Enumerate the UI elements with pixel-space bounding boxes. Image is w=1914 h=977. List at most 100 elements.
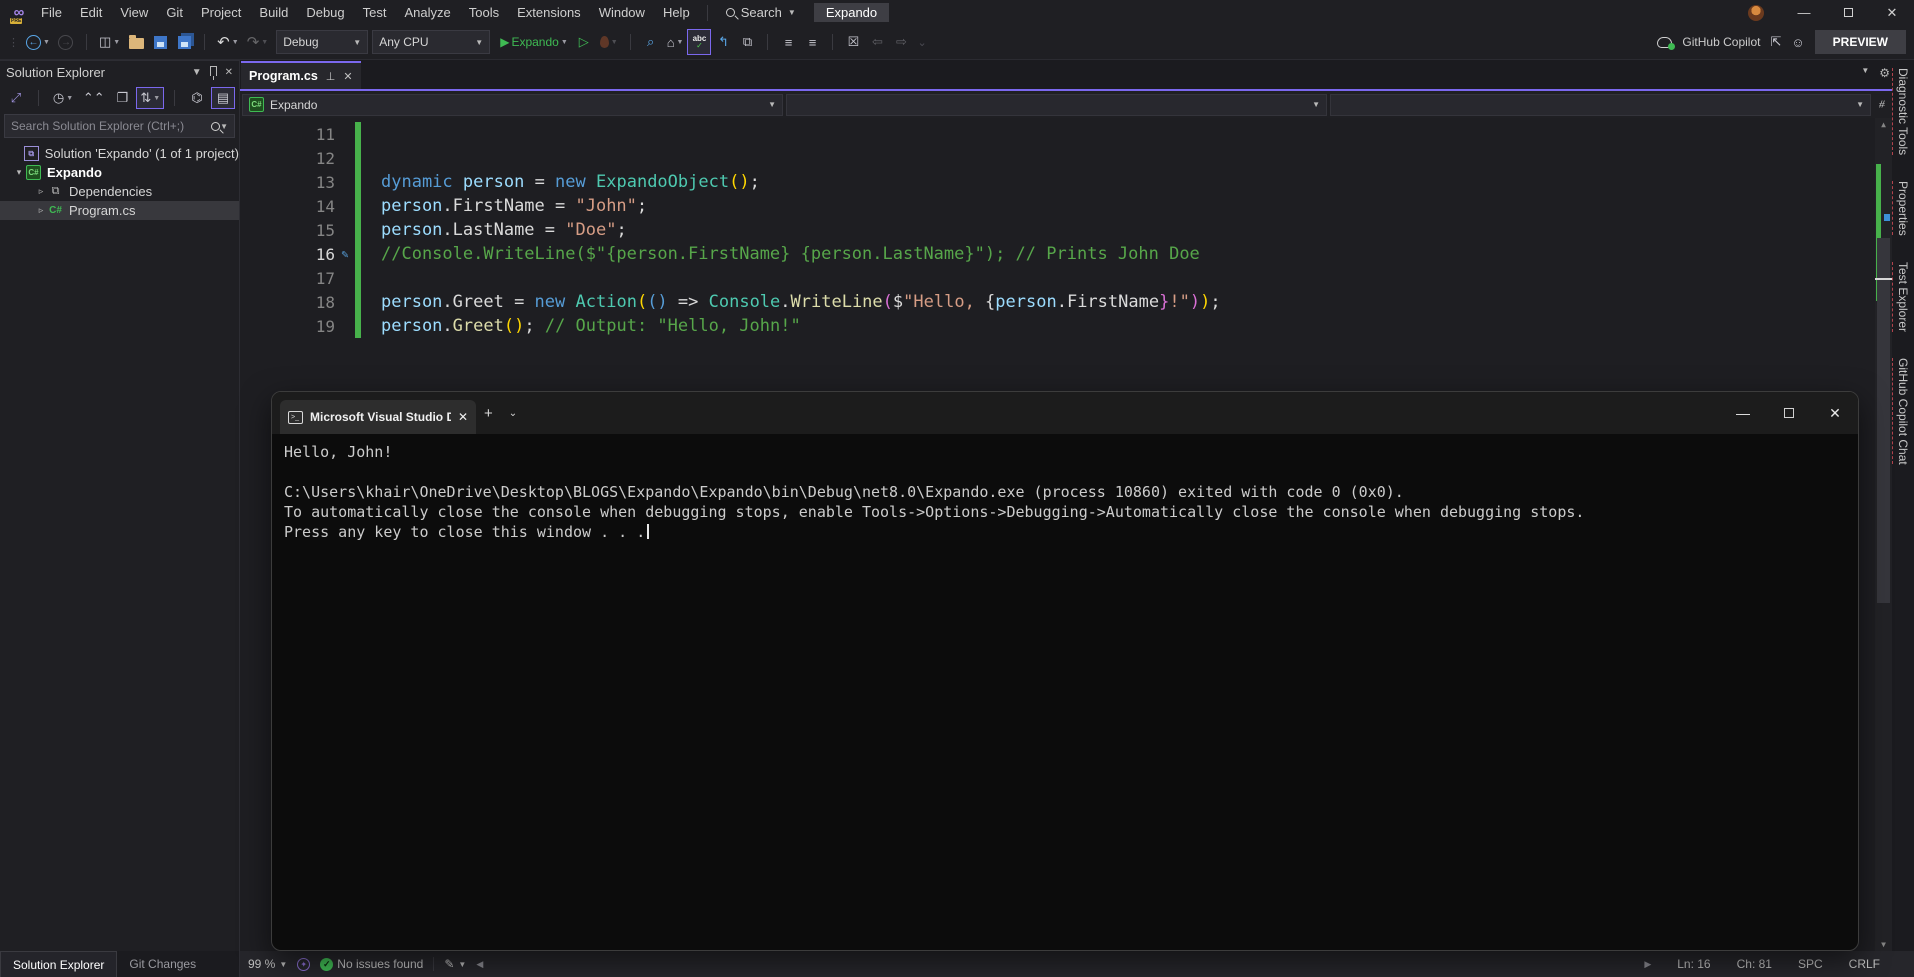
collapse-all-button[interactable]: ⌃⌃ [79,87,108,109]
tool-window-tab-properties[interactable]: Properties [1896,181,1910,236]
solution-configuration-dropdown[interactable]: Debug▼ [276,30,368,54]
console-title-bar[interactable]: >_ Microsoft Visual Studio Debu ✕ + ⌄ — … [272,392,1858,434]
member-dropdown[interactable]: ▼ [1330,94,1871,116]
code-text[interactable]: person.LastName = "Doe"; [381,220,627,240]
expander-right-icon[interactable]: ▹ [34,205,48,216]
console-tab[interactable]: >_ Microsoft Visual Studio Debu ✕ [280,400,476,434]
line-number[interactable]: 12 [240,149,335,168]
tree-item-solution-expando-1-of-1-project-[interactable]: ⧉Solution 'Expando' (1 of 1 project) [0,144,239,163]
menu-git[interactable]: Git [157,0,192,25]
redo-button[interactable]: ↷▼ [243,29,273,55]
console-new-tab-button[interactable]: + [476,405,501,422]
menu-analyze[interactable]: Analyze [395,0,459,25]
tool-window-tab-github-copilot-chat[interactable]: GitHub Copilot Chat [1896,358,1910,465]
pin-tab-icon[interactable]: ⊥ [326,70,336,83]
next-bookmark-button[interactable]: ⇨ [889,29,913,55]
properties-button[interactable]: ❐ [110,87,134,109]
console-minimize-button[interactable]: — [1720,392,1766,434]
tree-item-dependencies[interactable]: ▹⧉Dependencies [0,182,239,201]
menu-view[interactable]: View [111,0,157,25]
start-debugging-button[interactable]: ▶ Expando ▼ [496,29,572,55]
line-number[interactable]: 18 [240,293,335,312]
solution-explorer-search-box[interactable]: Search Solution Explorer (Ctrl+;) ▼ [4,114,235,138]
split-editor-handle[interactable]: ⧣ [1874,98,1890,111]
console-tab-dropdown-icon[interactable]: ⌄ [501,408,525,419]
code-text[interactable]: person.Greet = new Action(() => Console.… [381,292,1221,312]
console-output[interactable]: Hello, John! C:\Users\khair\OneDrive\Des… [272,434,1858,950]
navigate-to-cursor-button[interactable]: ↰ [711,29,735,55]
line-ending-indicator[interactable]: CRLF [1849,957,1880,971]
line-number[interactable]: 14 [240,197,335,216]
tree-item-program-cs[interactable]: ▹C#Program.cs [0,201,239,220]
decrease-indent-button[interactable]: ≡ [776,29,800,55]
code-text[interactable]: //Console.WriteLine($"{person.FirstName}… [381,244,1200,264]
pending-changes-filter-button[interactable]: ◷▼ [49,87,77,109]
document-tab-programcs[interactable]: Program.cs ⊥ ✕ [241,61,361,89]
code-text[interactable]: person.Greet(); // Output: "Hello, John!… [381,316,801,336]
menu-test[interactable]: Test [354,0,396,25]
zoom-dropdown[interactable]: 99 % ▼ [248,957,287,971]
new-project-button[interactable]: ◫▼ [95,29,124,55]
line-number[interactable]: 16 [240,245,335,264]
navigate-forward-button[interactable]: → [54,29,78,55]
panel-tab-solution-explorer[interactable]: Solution Explorer [0,951,117,977]
navigate-backward-button[interactable]: ←▼ [22,29,54,55]
toolbar-grip[interactable]: ⋮ [8,36,18,49]
close-tab-icon[interactable]: ✕ [343,70,352,83]
increase-indent-button[interactable]: ≡ [800,29,824,55]
solution-explorer-header[interactable]: Solution Explorer ▼ ✕ [0,60,239,84]
line-number[interactable]: 15 [240,221,335,240]
panel-pin-icon[interactable] [210,66,217,79]
line-number[interactable]: 13 [240,173,335,192]
properties-wrench-button[interactable]: ⌬ [185,87,209,109]
window-close-button[interactable]: ✕ [1870,0,1914,25]
line-number[interactable]: 17 [240,269,335,288]
project-dropdown[interactable]: C# Expando ▼ [242,94,783,116]
switch-views-button[interactable]: ⤢ [4,87,28,109]
scrollbar-thumb[interactable] [1877,238,1890,603]
menu-build[interactable]: Build [250,0,297,25]
menu-file[interactable]: File [32,0,71,25]
tree-item-expando[interactable]: ▾C#Expando [0,163,239,182]
user-avatar[interactable] [1748,5,1764,21]
visual-studio-logo-icon[interactable]: ∞PRE [6,2,32,24]
line-number[interactable]: 19 [240,317,335,336]
spell-checker-toggle-button[interactable]: abc✓ [687,29,711,55]
preview-selected-item-button[interactable]: ⌂▼ [663,29,688,55]
expander-down-icon[interactable]: ▾ [12,167,26,178]
type-dropdown[interactable]: ▼ [786,94,1327,116]
solution-platform-dropdown[interactable]: Any CPU▼ [372,30,490,54]
save-all-button[interactable] [172,29,196,55]
clone-code-button[interactable]: ⧉ [735,29,759,55]
spaces-indicator[interactable]: SPC [1798,957,1823,971]
show-all-files-button[interactable]: ▤ [211,87,235,109]
menu-tools[interactable]: Tools [460,0,508,25]
console-maximize-button[interactable] [1766,392,1812,434]
menu-help[interactable]: Help [654,0,699,25]
code-cleanup-button[interactable]: ✎ ▼ [444,957,466,971]
sync-with-active-document-button[interactable]: ⇅▼ [136,87,164,109]
scroll-down-arrow-icon[interactable]: ▼ [1875,940,1892,949]
line-indicator[interactable]: Ln: 16 [1677,957,1710,971]
open-file-button[interactable] [124,29,148,55]
undo-button[interactable]: ↶▼ [213,29,243,55]
code-text[interactable]: person.FirstName = "John"; [381,196,647,216]
panel-close-icon[interactable]: ✕ [225,67,233,78]
toggle-bookmark-button[interactable]: ☒ [841,29,865,55]
menu-project[interactable]: Project [192,0,250,25]
menu-debug[interactable]: Debug [297,0,353,25]
search-box[interactable]: Search ▼ [716,5,806,20]
find-in-files-button[interactable]: ⌕ [639,29,663,55]
previous-bookmark-button[interactable]: ⇦ [865,29,889,55]
console-close-button[interactable]: ✕ [1812,392,1858,434]
panel-tab-git-changes[interactable]: Git Changes [117,951,208,977]
save-button[interactable] [148,29,172,55]
active-files-chevron-icon[interactable]: ▼ [1861,66,1869,80]
hot-reload-button[interactable]: ▼ [596,29,622,55]
hscroll-left-arrow-icon[interactable]: ◀ [476,959,483,970]
document-health-indicator[interactable]: ✓ No issues found [320,957,423,971]
menu-window[interactable]: Window [590,0,654,25]
intellicode-icon[interactable]: ✦ [297,958,310,971]
expander-right-icon[interactable]: ▹ [34,186,48,197]
console-tab-close-icon[interactable]: ✕ [458,410,468,424]
